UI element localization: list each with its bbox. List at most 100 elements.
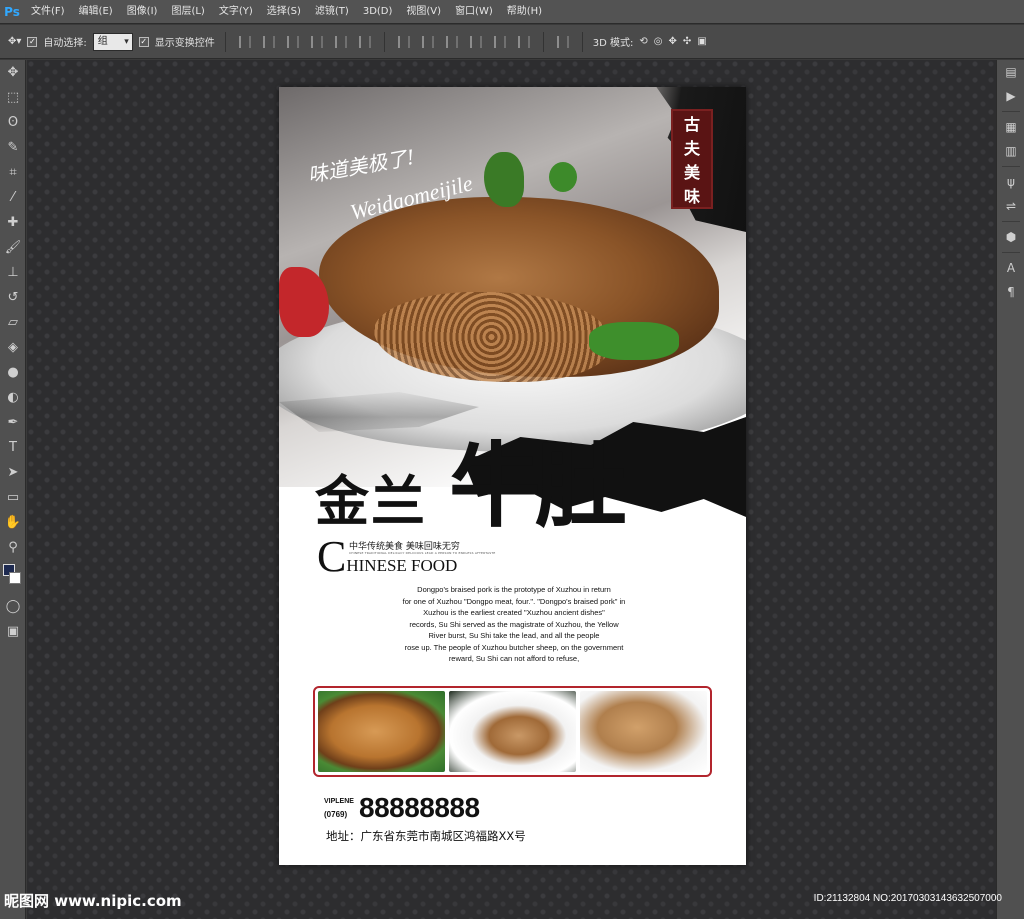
crop-icon[interactable]: ⌗ bbox=[0, 160, 26, 185]
address-text: 地址：广东省东莞市南城区鸿福路XX号 bbox=[326, 829, 526, 843]
3d-scale-icon[interactable]: ▣ bbox=[697, 36, 706, 47]
actions-panel-icon[interactable]: ▶ bbox=[997, 84, 1024, 108]
history-panel-icon[interactable]: ▤ bbox=[997, 60, 1024, 84]
menu-select[interactable]: 选择(S) bbox=[260, 0, 308, 24]
move-icon[interactable]: ✥ bbox=[0, 60, 26, 85]
stamp-char: 夫 bbox=[683, 139, 700, 158]
brush-icon[interactable]: 🖌 bbox=[0, 235, 26, 260]
rectangle-icon[interactable]: ▭ bbox=[0, 485, 26, 510]
green-pepper-shape bbox=[589, 322, 679, 360]
menu-view[interactable]: 视图(V) bbox=[399, 0, 448, 24]
separator bbox=[224, 31, 226, 52]
distribute-vcenter-icon[interactable] bbox=[421, 35, 434, 48]
stamp-char: 味 bbox=[683, 187, 700, 206]
align-top-icon[interactable] bbox=[238, 35, 251, 48]
paragraph-panel-icon[interactable]: ¶ bbox=[997, 280, 1024, 304]
chinese-food-rest: HINESE FOOD bbox=[346, 556, 458, 575]
distribute-left-icon[interactable] bbox=[469, 35, 482, 48]
show-transform-label: 显示变换控件 bbox=[154, 38, 215, 49]
description-line: records, Su Shi served as the magistrate… bbox=[409, 619, 619, 629]
paint-bucket-icon[interactable]: ◈ bbox=[0, 335, 26, 360]
3d-slide-icon[interactable]: ✣ bbox=[683, 36, 691, 47]
color-panel-icon[interactable]: ▦ bbox=[997, 115, 1024, 139]
distribute-right-icon[interactable] bbox=[517, 35, 530, 48]
separator bbox=[1002, 111, 1020, 112]
path-select-icon[interactable]: ➤ bbox=[0, 460, 26, 485]
background-color-swatch[interactable] bbox=[9, 572, 21, 584]
menu-type[interactable]: 文字(Y) bbox=[212, 0, 260, 24]
description-line: rose up. The people of Xuzhou butcher sh… bbox=[404, 642, 624, 652]
chinese-food-initial: C bbox=[317, 532, 347, 581]
menu-filter[interactable]: 滤镜(T) bbox=[308, 0, 356, 24]
description-line: reward, Su Shi can not afford to refuse, bbox=[448, 654, 580, 663]
description-line: for one of Xuzhou "Dongpo meat, four.". … bbox=[402, 596, 626, 606]
align-left-icon[interactable] bbox=[310, 35, 323, 48]
3d-rotate-icon[interactable]: ⟲ bbox=[639, 36, 647, 47]
auto-select-label: 自动选择: bbox=[43, 38, 87, 49]
history-brush-icon[interactable]: ↺ bbox=[0, 285, 26, 310]
adjustments-panel-icon[interactable]: ⇌ bbox=[997, 194, 1024, 218]
panel-dock: ▤ ▶ ▦ ▥ ψ ⇌ ⬢ A ¶ bbox=[996, 60, 1024, 919]
align-bottom-icon[interactable] bbox=[286, 35, 299, 48]
lasso-icon[interactable]: ʘ bbox=[0, 110, 26, 135]
auto-select-dropdown[interactable]: 组 bbox=[92, 32, 133, 51]
show-transform-checkbox[interactable]: ✓ bbox=[138, 36, 149, 47]
cilantro-leaf-shape bbox=[549, 162, 577, 192]
align-hcenter-icon[interactable] bbox=[334, 35, 347, 48]
stamp-char: 古 bbox=[683, 115, 700, 134]
mode-3d-label: 3D 模式: bbox=[592, 38, 634, 49]
description-line: Xuzhou is the earliest created "Xuzhou a… bbox=[423, 608, 605, 617]
marquee-icon[interactable]: ⬚ bbox=[0, 85, 26, 110]
stamp-char: 美 bbox=[683, 163, 700, 182]
tools-panel: ✥ ⬚ ʘ ✎ ⌗ ⁄ ✚ 🖌 ⊥ ↺ ▱ ◈ ● ◐ ✒ T ➤ ▭ ✋ ⚲ … bbox=[0, 60, 26, 919]
3d-roll-icon[interactable]: ◎ bbox=[654, 36, 663, 47]
dish-photo-2 bbox=[449, 691, 576, 772]
menu-bar: Ps 文件(F) 编辑(E) 图像(I) 图层(L) 文字(Y) 选择(S) 滤… bbox=[0, 0, 1024, 24]
poster-document[interactable]: 古 夫 美 味 味道美极了! Weidaomeijile 金兰 牛肚 中华传统美… bbox=[279, 87, 746, 865]
move-tool-preset-icon[interactable]: ✥▾ bbox=[8, 36, 21, 47]
dish-photo-strip bbox=[313, 686, 712, 777]
quick-select-icon[interactable]: ✎ bbox=[0, 135, 26, 160]
distribute-hcenter-icon[interactable] bbox=[493, 35, 506, 48]
menu-edit[interactable]: 编辑(E) bbox=[72, 0, 120, 24]
menu-window[interactable]: 窗口(W) bbox=[448, 0, 500, 24]
align-right-icon[interactable] bbox=[358, 35, 371, 48]
3d-panel-icon[interactable]: ⬢ bbox=[997, 225, 1024, 249]
quick-mask-icon[interactable]: ◯ bbox=[0, 594, 26, 619]
brush-panel-icon[interactable]: ψ bbox=[997, 170, 1024, 194]
dish-photo-3 bbox=[580, 691, 707, 772]
auto-align-icon[interactable] bbox=[556, 35, 569, 48]
separator bbox=[542, 31, 544, 52]
color-swatches[interactable] bbox=[0, 560, 25, 594]
blur-icon[interactable]: ● bbox=[0, 360, 26, 385]
separator bbox=[1002, 221, 1020, 222]
dodge-icon[interactable]: ◐ bbox=[0, 385, 26, 410]
auto-select-checkbox[interactable]: ✓ bbox=[27, 36, 38, 47]
type-icon[interactable]: T bbox=[0, 435, 26, 460]
3d-pan-icon[interactable]: ✥ bbox=[669, 36, 677, 47]
menu-image[interactable]: 图像(I) bbox=[120, 0, 165, 24]
description-line: Dongpo's braised pork is the prototype o… bbox=[417, 585, 611, 594]
hand-icon[interactable]: ✋ bbox=[0, 510, 26, 535]
stamp-icon[interactable]: ⊥ bbox=[0, 260, 26, 285]
vip-label: VIPLENE bbox=[324, 798, 354, 805]
screen-mode-icon[interactable]: ▣ bbox=[0, 619, 26, 644]
separator bbox=[581, 31, 583, 52]
menu-3d[interactable]: 3D(D) bbox=[356, 0, 400, 24]
zoom-icon[interactable]: ⚲ bbox=[0, 535, 26, 560]
pen-icon[interactable]: ✒ bbox=[0, 410, 26, 435]
menu-file[interactable]: 文件(F) bbox=[24, 0, 72, 24]
distribute-bottom-icon[interactable] bbox=[445, 35, 458, 48]
title-right-chars: 牛肚 bbox=[449, 432, 627, 540]
menu-layer[interactable]: 图层(L) bbox=[164, 0, 211, 24]
swatches-panel-icon[interactable]: ▥ bbox=[997, 139, 1024, 163]
distribute-top-icon[interactable] bbox=[397, 35, 410, 48]
character-panel-icon[interactable]: A bbox=[997, 256, 1024, 280]
nipic-watermark: 昵图网 www.nipic.com bbox=[4, 892, 182, 910]
eraser-icon[interactable]: ▱ bbox=[0, 310, 26, 335]
menu-help[interactable]: 帮助(H) bbox=[500, 0, 549, 24]
align-vcenter-icon[interactable] bbox=[262, 35, 275, 48]
eyedropper-icon[interactable]: ⁄ bbox=[0, 185, 26, 210]
healing-icon[interactable]: ✚ bbox=[0, 210, 26, 235]
phone-number: 88888888 bbox=[359, 792, 480, 823]
